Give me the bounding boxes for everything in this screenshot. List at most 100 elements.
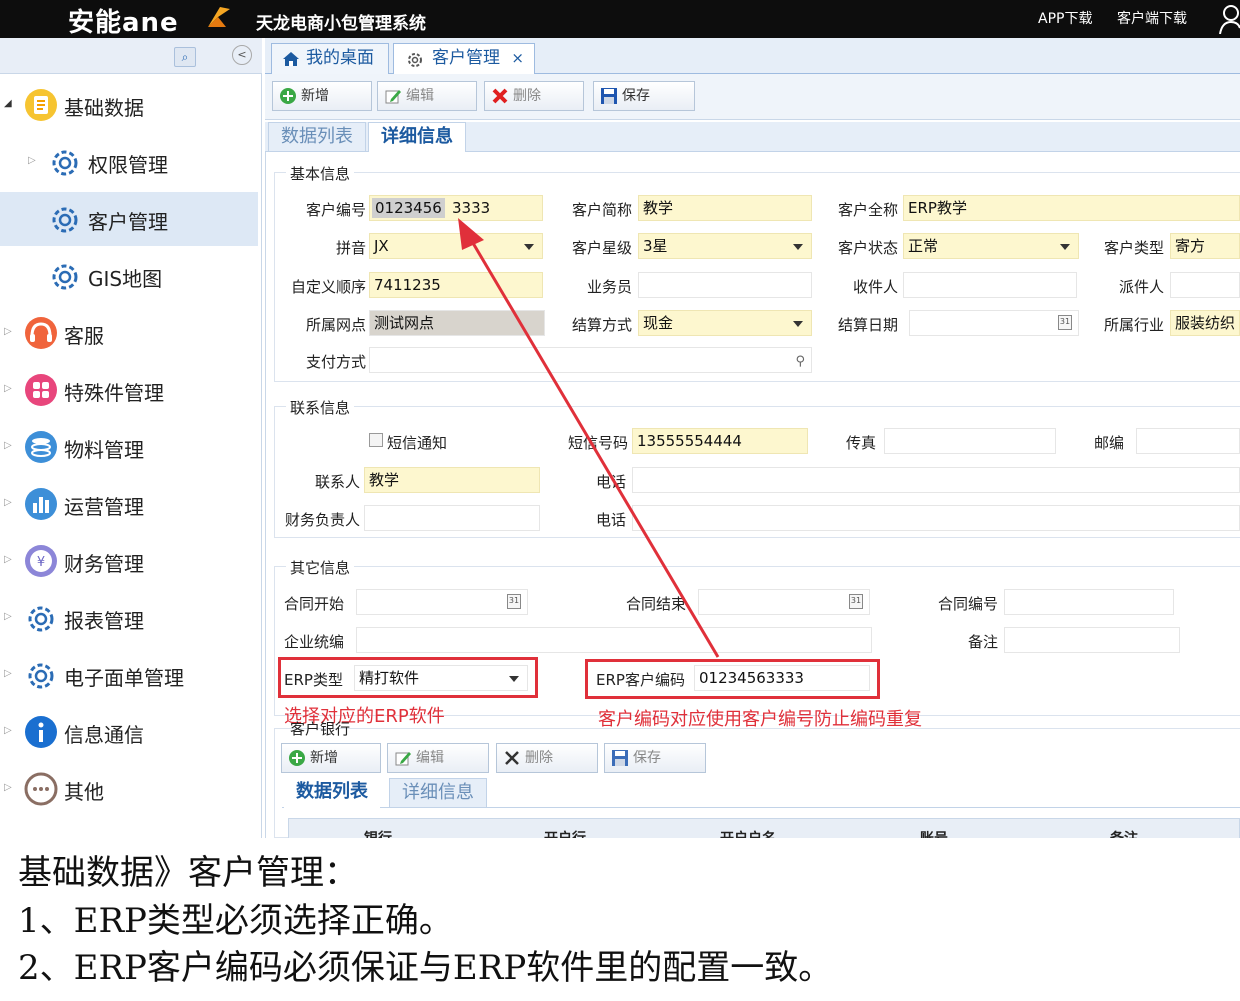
erp-code-field[interactable]: 01234563333 (694, 665, 870, 691)
sidebar-item-label: 报表管理 (64, 609, 144, 633)
sidebar-item-permission[interactable]: ▷ 权限管理 (0, 135, 258, 189)
calendar-icon[interactable]: 31 (849, 594, 863, 609)
sidebar-item-basic-data[interactable]: ◢ 基础数据 (0, 78, 258, 132)
tab-desktop[interactable]: 我的桌面 (271, 43, 389, 74)
tab-data-list[interactable]: 数据列表 (268, 122, 366, 152)
erp-type-label: ERP类型 (284, 671, 343, 689)
sidebar-item-customer[interactable]: 客户管理 (0, 192, 258, 246)
customer-no-prefix: 0123456 (372, 198, 445, 218)
contact-field[interactable]: 教学 (364, 467, 540, 493)
bank-edit-button[interactable]: 编辑 (387, 743, 489, 773)
save-icon (612, 750, 628, 766)
pinyin-label: 拼音 (335, 239, 366, 257)
calendar-icon[interactable]: 31 (507, 594, 521, 609)
pay-label: 支付方式 (305, 353, 366, 371)
sidebar-item-gis[interactable]: GIS地图 (0, 249, 258, 303)
salesman-field[interactable] (638, 272, 812, 298)
star-value: 3星 (643, 237, 668, 255)
contract-no-field[interactable] (1004, 589, 1174, 615)
short-name-field[interactable]: 教学 (638, 195, 812, 221)
order-field[interactable]: 7411235 (369, 272, 543, 298)
sidebar-item-finance[interactable]: ▷ ¥ 财务管理 (0, 534, 258, 588)
fax-field[interactable] (884, 428, 1056, 454)
tab-customer[interactable]: 客户管理 × (393, 43, 535, 74)
search-icon[interactable]: ⚲ (795, 350, 805, 372)
tab-detail-info[interactable]: 详细信息 (368, 122, 466, 152)
column-branch[interactable]: 开户行 (544, 828, 586, 838)
bank-delete-button[interactable]: 删除 (496, 743, 598, 773)
industry-field[interactable]: 服装纺织 (1170, 310, 1240, 336)
sidebar-item-operation[interactable]: ▷ 运营管理 (0, 477, 258, 531)
chevron-down-icon (793, 244, 803, 250)
sidebar-item-report[interactable]: ▷ 报表管理 (0, 591, 258, 645)
edit-button[interactable]: 编辑 (377, 81, 477, 111)
save-button-label: 保存 (622, 88, 650, 104)
tab-desktop-label: 我的桌面 (306, 48, 374, 68)
pinyin-select[interactable]: JX (369, 233, 543, 259)
sms-no-field[interactable]: 13555554444 (632, 428, 808, 454)
sidebar-collapse-icon[interactable]: < (232, 45, 252, 65)
bank-tab-detail-info[interactable]: 详细信息 (389, 778, 487, 808)
info-icon (25, 716, 57, 748)
phone-field[interactable] (632, 467, 1240, 493)
dispatcher-field[interactable] (1170, 272, 1240, 298)
gear-icon (28, 663, 54, 689)
sidebar-search-icon[interactable]: ⌕ (174, 47, 196, 67)
contract-end-field[interactable]: 31 (698, 589, 870, 615)
receiver-field[interactable] (903, 272, 1077, 298)
sidebar-item-material[interactable]: ▷ 物料管理 (0, 420, 258, 474)
sidebar-item-label: 电子面单管理 (64, 666, 184, 690)
customer-no-field[interactable]: 0123456 3333 (369, 195, 543, 221)
sidebar-item-label: 基础数据 (64, 96, 144, 120)
star-select[interactable]: 3星 (638, 233, 812, 259)
sidebar-item-service[interactable]: ▷ 客服 (0, 306, 258, 360)
sidebar-item-label: 运营管理 (64, 495, 144, 519)
phone2-field[interactable] (632, 505, 1240, 531)
bank-add-button[interactable]: 新增 (281, 743, 381, 773)
status-select[interactable]: 正常 (903, 233, 1079, 259)
enterprise-label: 企业统编 (284, 633, 345, 651)
sidebar-item-label: 特殊件管理 (64, 381, 164, 405)
add-button[interactable]: 新增 (272, 81, 372, 111)
pay-field[interactable]: ⚲ (369, 347, 812, 373)
zip-field[interactable] (1136, 428, 1240, 454)
sms-checkbox[interactable] (369, 433, 383, 447)
column-remark[interactable]: 备注 (1110, 828, 1138, 838)
site-field[interactable]: 测试网点 (369, 310, 545, 336)
tab-close-icon[interactable]: × (511, 49, 524, 67)
user-icon[interactable] (1218, 4, 1240, 34)
full-name-field[interactable]: ERP教学 (903, 195, 1240, 221)
headset-icon (25, 317, 57, 349)
settle-date-field[interactable]: 31 (909, 310, 1079, 336)
contract-start-field[interactable]: 31 (356, 589, 528, 615)
finance-field[interactable] (364, 505, 540, 531)
column-bank[interactable]: 银行 (364, 828, 392, 838)
home-icon (283, 52, 299, 66)
enterprise-field[interactable] (356, 627, 872, 653)
bank-title: 客户银行 (290, 720, 351, 738)
sidebar-item-info[interactable]: ▷ 信息通信 (0, 705, 258, 759)
bank-grid-columns: 银行 开户行 开户户名 账号 备注 (288, 826, 1240, 838)
app-download-link[interactable]: APP下载 (1038, 8, 1092, 28)
save-button[interactable]: 保存 (593, 81, 695, 111)
column-account-name[interactable]: 开户户名 (720, 828, 776, 838)
zip-label: 邮编 (1093, 434, 1124, 452)
sidebar-item-label: 客户管理 (88, 210, 168, 234)
settle-value: 现金 (643, 314, 674, 332)
column-account-no[interactable]: 账号 (920, 828, 948, 838)
contact-info-title: 联系信息 (286, 397, 355, 418)
type-select[interactable]: 寄方 (1170, 233, 1240, 259)
calendar-icon[interactable]: 31 (1058, 315, 1072, 330)
sidebar-item-waybill[interactable]: ▷ 电子面单管理 (0, 648, 258, 702)
sidebar-item-other[interactable]: ▷ 其他 (0, 762, 258, 816)
client-download-link[interactable]: 客户端下载 (1117, 8, 1187, 28)
note-line-2: 1、ERP类型必须选择正确。 (18, 901, 453, 941)
sidebar-item-special[interactable]: ▷ 特殊件管理 (0, 363, 258, 417)
bank-tab-data-list[interactable]: 数据列表 (284, 778, 380, 808)
tab-customer-label: 客户管理 (432, 48, 500, 68)
bank-save-button[interactable]: 保存 (604, 743, 706, 773)
delete-button[interactable]: 删除 (484, 81, 584, 111)
settle-select[interactable]: 现金 (638, 310, 812, 336)
erp-type-select[interactable]: 精打软件 (354, 665, 528, 691)
remark-field[interactable] (1004, 627, 1180, 653)
